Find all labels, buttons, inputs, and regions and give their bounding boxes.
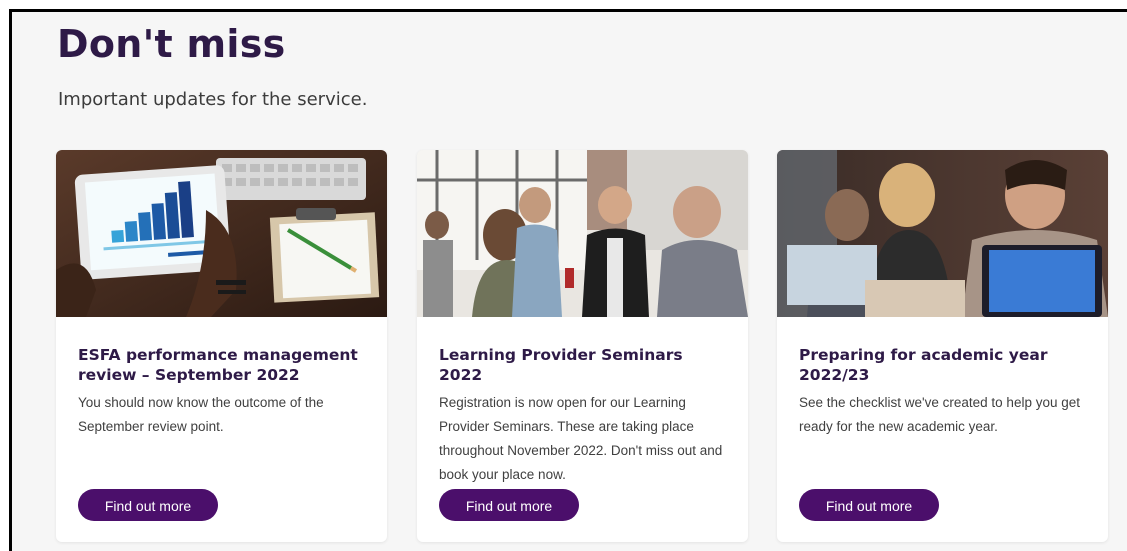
find-out-more-button[interactable]: Find out more: [78, 489, 218, 521]
section-title: Don't miss: [57, 22, 286, 66]
card-learning-provider-seminars: Learning Provider Seminars 2022 Registra…: [417, 150, 748, 542]
card-description: See the checklist we've created to help …: [799, 395, 1080, 434]
card-title: Learning Provider Seminars 2022: [439, 346, 683, 384]
card-title: ESFA performance management review – Sep…: [78, 346, 358, 384]
card-academic-year: Preparing for academic year 2022/23 See …: [777, 150, 1108, 542]
dont-miss-section: Don't miss Important updates for the ser…: [9, 9, 1127, 551]
button-label: Find out more: [825, 498, 913, 514]
tablet-bar-chart-image: [56, 150, 387, 317]
find-out-more-button[interactable]: Find out more: [799, 489, 939, 521]
card-description: You should now know the outcome of the S…: [78, 395, 324, 434]
card-body: Learning Provider Seminars 2022 Registra…: [417, 317, 748, 542]
student-laptop-image: [777, 150, 1108, 317]
button-label: Find out more: [104, 498, 192, 514]
networking-event-image: [417, 150, 748, 317]
card-title: Preparing for academic year 2022/23: [799, 346, 1048, 384]
card-body: Preparing for academic year 2022/23 See …: [777, 317, 1108, 542]
button-label: Find out more: [465, 498, 553, 514]
card-esfa-review: ESFA performance management review – Sep…: [56, 150, 387, 542]
card-description: Registration is now open for our Learnin…: [439, 395, 723, 482]
card-body: ESFA performance management review – Sep…: [56, 317, 387, 542]
find-out-more-button[interactable]: Find out more: [439, 489, 579, 521]
section-subtitle: Important updates for the service.: [58, 89, 368, 110]
